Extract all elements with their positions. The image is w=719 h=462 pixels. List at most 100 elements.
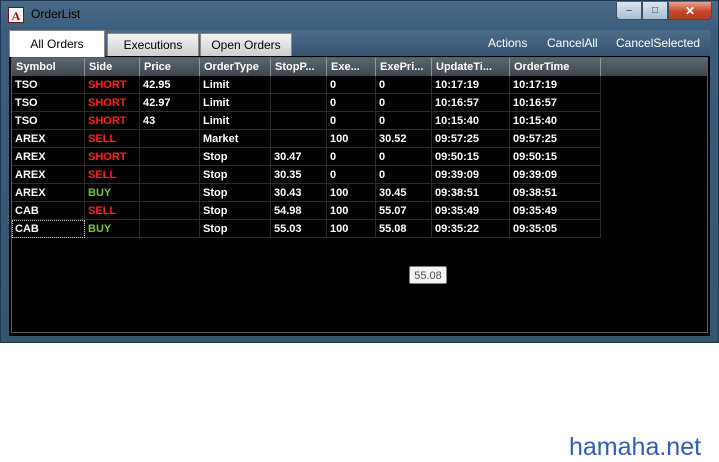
cell-symbol[interactable]: CAB: [12, 202, 85, 220]
cell-exec-qty[interactable]: 0: [327, 148, 376, 166]
cell-symbol[interactable]: AREX: [12, 130, 85, 148]
table-row[interactable]: TSO SHORT 43 Limit 0 0 10:15:40 10:15:40: [12, 112, 601, 130]
cell-exec-price[interactable]: 55.08: [376, 220, 432, 238]
cell-exec-qty[interactable]: 100: [327, 202, 376, 220]
table-row[interactable]: AREX SELL Market 100 30.52 09:57:25 09:57:25: [12, 130, 601, 148]
cell-update-time[interactable]: 10:15:40: [432, 112, 510, 130]
maximize-icon[interactable]: □: [642, 2, 668, 20]
cell-side[interactable]: SELL: [85, 202, 140, 220]
cell-side[interactable]: BUY: [85, 220, 140, 238]
column-header-price[interactable]: Price: [140, 58, 200, 76]
cell-stop-price[interactable]: 30.35: [271, 166, 327, 184]
cell-price[interactable]: [140, 166, 200, 184]
cell-side[interactable]: SELL: [85, 130, 140, 148]
column-header-side[interactable]: Side: [85, 58, 140, 76]
cell-price[interactable]: [140, 130, 200, 148]
cell-exec-price[interactable]: 0: [376, 112, 432, 130]
table-row[interactable]: CAB SELL Stop 54.98 100 55.07 09:35:49 09:35:49: [12, 202, 601, 220]
cell-order-time[interactable]: 09:38:51: [510, 184, 601, 202]
cell-update-time[interactable]: 09:57:25: [432, 130, 510, 148]
cell-order-type[interactable]: Stop: [200, 148, 271, 166]
cell-exec-qty[interactable]: 100: [327, 220, 376, 238]
actions-menu[interactable]: Actions: [488, 36, 527, 50]
cell-price[interactable]: [140, 184, 200, 202]
cell-side[interactable]: SHORT: [85, 94, 140, 112]
cell-symbol[interactable]: AREX: [12, 184, 85, 202]
cell-order-time[interactable]: 09:50:15: [510, 148, 601, 166]
cell-order-time[interactable]: 09:35:49: [510, 202, 601, 220]
cell-stop-price[interactable]: 30.43: [271, 184, 327, 202]
cell-order-time[interactable]: 09:39:09: [510, 166, 601, 184]
cell-side[interactable]: SELL: [85, 166, 140, 184]
cell-price[interactable]: 43: [140, 112, 200, 130]
table-row[interactable]: TSO SHORT 42.95 Limit 0 0 10:17:19 10:17:19: [12, 76, 601, 94]
cell-side[interactable]: SHORT: [85, 76, 140, 94]
cell-update-time[interactable]: 09:38:51: [432, 184, 510, 202]
cell-order-type[interactable]: Stop: [200, 184, 271, 202]
cell-symbol[interactable]: TSO: [12, 112, 85, 130]
cell-side[interactable]: SHORT: [85, 112, 140, 130]
cell-order-type[interactable]: Limit: [200, 112, 271, 130]
cell-stop-price[interactable]: 54.98: [271, 202, 327, 220]
cancel-selected-button[interactable]: CancelSelected: [616, 36, 700, 50]
cell-price[interactable]: 42.95: [140, 76, 200, 94]
cell-update-time[interactable]: 09:35:49: [432, 202, 510, 220]
cell-order-type[interactable]: Stop: [200, 202, 271, 220]
cell-exec-price[interactable]: 0: [376, 148, 432, 166]
title-bar[interactable]: A OrderList – □ ✕: [1, 1, 718, 29]
table-row[interactable]: AREX SELL Stop 30.35 0 0 09:39:09 09:39:09: [12, 166, 601, 184]
cell-symbol[interactable]: AREX: [12, 148, 85, 166]
column-header-order-type[interactable]: OrderType: [200, 58, 271, 76]
table-row[interactable]: AREX SHORT Stop 30.47 0 0 09:50:15 09:50:15: [12, 148, 601, 166]
cell-order-type[interactable]: Market: [200, 130, 271, 148]
cell-exec-price[interactable]: 0: [376, 76, 432, 94]
cell-order-type[interactable]: Stop: [200, 220, 271, 238]
cell-exec-price[interactable]: 30.45: [376, 184, 432, 202]
column-header-symbol[interactable]: Symbol: [12, 58, 85, 76]
cell-exec-price[interactable]: 0: [376, 94, 432, 112]
column-header-update-time[interactable]: UpdateTi...: [432, 58, 510, 76]
minimize-icon[interactable]: –: [616, 2, 642, 20]
cell-symbol[interactable]: CAB: [12, 220, 85, 238]
column-header-order-time[interactable]: OrderTime: [510, 58, 601, 76]
close-icon[interactable]: ✕: [668, 2, 712, 20]
cell-symbol[interactable]: AREX: [12, 166, 85, 184]
tab-all-orders[interactable]: All Orders: [9, 30, 105, 57]
column-header-exec-qty[interactable]: Exe...: [327, 58, 376, 76]
column-header-stop-price[interactable]: StopP...: [271, 58, 327, 76]
cell-price[interactable]: [140, 202, 200, 220]
cell-symbol[interactable]: TSO: [12, 76, 85, 94]
cell-update-time[interactable]: 10:16:57: [432, 94, 510, 112]
cell-price[interactable]: 42.97: [140, 94, 200, 112]
cell-stop-price[interactable]: [271, 112, 327, 130]
cell-exec-qty[interactable]: 0: [327, 76, 376, 94]
cell-exec-qty[interactable]: 0: [327, 94, 376, 112]
cell-stop-price[interactable]: 30.47: [271, 148, 327, 166]
cell-exec-qty[interactable]: 100: [327, 184, 376, 202]
cell-order-time[interactable]: 10:15:40: [510, 112, 601, 130]
table-row[interactable]: CAB BUY Stop 55.03 100 55.08 09:35:22 09:35:05: [12, 220, 601, 238]
cell-stop-price[interactable]: 55.03: [271, 220, 327, 238]
cell-stop-price[interactable]: [271, 130, 327, 148]
cell-update-time[interactable]: 09:50:15: [432, 148, 510, 166]
cell-update-time[interactable]: 09:35:22: [432, 220, 510, 238]
tab-executions[interactable]: Executions: [107, 33, 199, 56]
cell-order-type[interactable]: Stop: [200, 166, 271, 184]
cell-price[interactable]: [140, 220, 200, 238]
cell-update-time[interactable]: 09:39:09: [432, 166, 510, 184]
cell-side[interactable]: BUY: [85, 184, 140, 202]
cell-order-type[interactable]: Limit: [200, 76, 271, 94]
cell-price[interactable]: [140, 148, 200, 166]
table-row[interactable]: AREX BUY Stop 30.43 100 30.45 09:38:51 09:38:51: [12, 184, 601, 202]
cell-exec-price[interactable]: 30.52: [376, 130, 432, 148]
cancel-all-button[interactable]: CancelAll: [547, 36, 598, 50]
cell-stop-price[interactable]: [271, 94, 327, 112]
cell-exec-qty[interactable]: 0: [327, 166, 376, 184]
cell-order-time[interactable]: 09:57:25: [510, 130, 601, 148]
tab-open-orders[interactable]: Open Orders: [200, 33, 292, 56]
cell-stop-price[interactable]: [271, 76, 327, 94]
cell-exec-qty[interactable]: 0: [327, 112, 376, 130]
cell-exec-price[interactable]: 0: [376, 166, 432, 184]
column-header-exec-price[interactable]: ExePri...: [376, 58, 432, 76]
cell-update-time[interactable]: 10:17:19: [432, 76, 510, 94]
